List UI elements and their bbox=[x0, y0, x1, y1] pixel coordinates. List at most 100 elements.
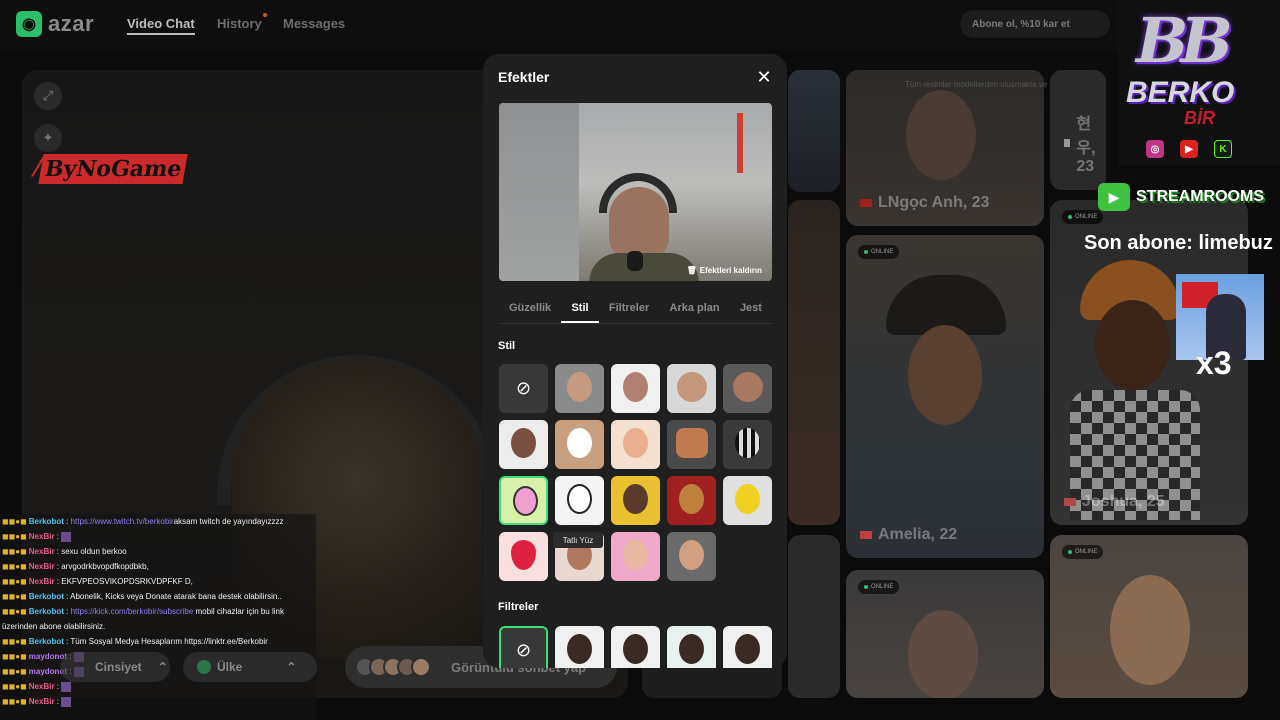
effects-tabs: Güzellik Stil Filtreler Arka plan Jest bbox=[499, 298, 772, 324]
style-effect[interactable] bbox=[555, 420, 604, 469]
chat-text: Abonelik, Kicks veya Donate atarak bana … bbox=[70, 592, 282, 601]
face-thumb bbox=[679, 484, 704, 514]
chat-text: EKFVPEOSVIKOPDSRKVDPFKF D, bbox=[61, 577, 193, 586]
chat-emote-icon bbox=[61, 681, 72, 692]
gender-filter-label: Cinsiyet bbox=[95, 660, 142, 674]
style-effect[interactable] bbox=[611, 420, 660, 469]
effects-wand-icon[interactable]: ✦ bbox=[34, 124, 62, 152]
online-label: ONLINE bbox=[1075, 549, 1098, 555]
profile-card[interactable]: LNgọc Anh, 23 bbox=[846, 70, 1044, 226]
style-effect[interactable] bbox=[723, 476, 772, 525]
modal-title: Efektler bbox=[498, 69, 550, 85]
profile-card[interactable]: ONLINE Amelia, 22 bbox=[846, 235, 1044, 558]
profile-card[interactable]: ONLINE bbox=[1050, 535, 1248, 698]
subscribe-button[interactable]: Abone ol, %10 kar et bbox=[960, 10, 1110, 38]
style-effect[interactable] bbox=[611, 476, 660, 525]
chat-message: üzerinden abone olabilirsiniz. bbox=[2, 619, 316, 634]
no-filter-icon[interactable]: ⊘ bbox=[499, 626, 548, 668]
style-effect[interactable] bbox=[611, 364, 660, 413]
last-subscriber-text: Son abone: limebuz bbox=[1084, 232, 1273, 254]
azar-logo-icon: ◉ bbox=[16, 11, 42, 37]
face-thumb bbox=[511, 428, 536, 458]
berko-logo-text: BERKO bbox=[1126, 76, 1235, 109]
expand-icon[interactable]: ⤢ bbox=[34, 82, 62, 110]
country-filter[interactable]: Ülke ⌃ bbox=[183, 652, 317, 682]
style-effect[interactable] bbox=[555, 364, 604, 413]
profile-photo bbox=[1110, 575, 1190, 685]
streamrooms-text: STREAMROOMS bbox=[1136, 188, 1264, 205]
chat-link[interactable]: https://www.twitch.tv/berkobir bbox=[71, 517, 174, 526]
style-effect[interactable] bbox=[499, 420, 548, 469]
close-icon[interactable]: ✕ bbox=[755, 68, 773, 86]
preview-shirt bbox=[589, 253, 699, 281]
profile-card[interactable] bbox=[788, 70, 840, 192]
profile-card[interactable] bbox=[788, 535, 840, 698]
profile-photo bbox=[908, 610, 978, 698]
chat-separator: : bbox=[63, 607, 71, 616]
wall bbox=[499, 103, 579, 281]
filter-effect[interactable] bbox=[611, 626, 660, 668]
chat-message: ◼◼●◼ NexBir : EKFVPEOSVIKOPDSRKVDPFKF D, bbox=[2, 574, 316, 589]
azar-logo[interactable]: ◉ azar bbox=[16, 11, 94, 37]
online-dot bbox=[864, 250, 868, 254]
style-effect[interactable] bbox=[667, 364, 716, 413]
face-thumb bbox=[513, 486, 538, 516]
berkobir-logo: BB BERKO BİR ◎ ▶ K bbox=[1118, 0, 1280, 165]
style-effect-cute-face[interactable] bbox=[555, 476, 604, 525]
nav-messages[interactable]: Messages bbox=[283, 16, 345, 31]
style-effect[interactable] bbox=[723, 364, 772, 413]
chat-message: ◼◼●◼ NexBir : arvgodrkbvopdfkopdbkb, bbox=[2, 559, 316, 574]
filter-effect[interactable] bbox=[723, 626, 772, 668]
effects-modal: Efektler ✕ 🗑 Efektleri kaldırın Güzellik… bbox=[483, 54, 787, 668]
face-thumb bbox=[623, 540, 648, 570]
chat-badges-icon: ◼◼●◼ bbox=[2, 607, 27, 616]
chat-message: ◼◼●◼ NexBir : bbox=[2, 529, 316, 544]
nav-history-label: History bbox=[217, 16, 262, 31]
style-effect[interactable] bbox=[611, 532, 660, 581]
bynogame-logo: ⁄ByNoGame bbox=[36, 150, 188, 184]
chat-message: ◼◼●◼ Berkobot : https://kick.com/berkobir… bbox=[2, 604, 316, 619]
style-effect-selected[interactable] bbox=[499, 476, 548, 525]
tab-style[interactable]: Stil bbox=[561, 298, 599, 323]
style-effect[interactable] bbox=[723, 420, 772, 469]
chat-username: Berkobot bbox=[28, 637, 64, 646]
online-badge: ONLINE bbox=[1062, 545, 1104, 559]
filter-effect[interactable] bbox=[667, 626, 716, 668]
chat-link[interactable]: https://kick.com/berkobir/subscribe bbox=[71, 607, 194, 616]
gender-filter[interactable]: Cinsiyet ⌃ bbox=[60, 652, 170, 682]
chat-username: Berkobot bbox=[28, 592, 64, 601]
no-effect-icon[interactable]: ⊘ bbox=[499, 364, 548, 413]
style-effect[interactable] bbox=[667, 476, 716, 525]
filter-effect[interactable] bbox=[555, 626, 604, 668]
profile-card[interactable] bbox=[788, 200, 840, 525]
trash-icon: 🗑 bbox=[686, 266, 697, 275]
remove-effects-label: Efektleri kaldırın bbox=[699, 266, 762, 275]
style-effect[interactable] bbox=[499, 532, 548, 581]
tab-background[interactable]: Arka plan bbox=[660, 298, 730, 323]
face-thumb bbox=[733, 372, 763, 402]
face-thumb bbox=[676, 428, 708, 458]
face-thumb bbox=[623, 484, 648, 514]
profile-card[interactable]: 현우, 23 bbox=[1050, 70, 1106, 190]
tab-beauty[interactable]: Güzellik bbox=[499, 298, 561, 323]
chat-message: ◼◼●◼ Berkobot : Tüm Sosyal Medya Hesaplar… bbox=[2, 634, 316, 649]
style-effect[interactable] bbox=[667, 420, 716, 469]
nav-history[interactable]: History bbox=[217, 13, 267, 31]
tab-filters[interactable]: Filtreler bbox=[599, 298, 659, 323]
filter-effects-grid: ⊘ bbox=[499, 626, 772, 668]
remove-effects-button[interactable]: 🗑 Efektleri kaldırın bbox=[687, 266, 762, 275]
flag-icon bbox=[860, 531, 872, 539]
chat-badges-icon: ◼◼●◼ bbox=[2, 517, 27, 526]
chat-message: ◼◼●◼ NexBir : bbox=[2, 694, 316, 709]
flag-icon bbox=[1064, 498, 1076, 506]
tab-gesture[interactable]: Jest bbox=[730, 298, 772, 323]
profile-name-text: Joshua, 25 bbox=[1082, 493, 1165, 510]
bynogame-text: ByNoGame bbox=[38, 154, 188, 184]
nav-video-chat[interactable]: Video Chat bbox=[127, 16, 195, 35]
globe-icon bbox=[197, 660, 211, 674]
style-effect[interactable] bbox=[667, 532, 716, 581]
chat-message: ◼◼●◼ Berkobot : https://www.twitch.tv/ber… bbox=[2, 514, 316, 529]
profile-card[interactable]: ONLINE bbox=[846, 570, 1044, 698]
face-thumb bbox=[679, 634, 704, 664]
chat-username: NexBir bbox=[28, 547, 55, 556]
